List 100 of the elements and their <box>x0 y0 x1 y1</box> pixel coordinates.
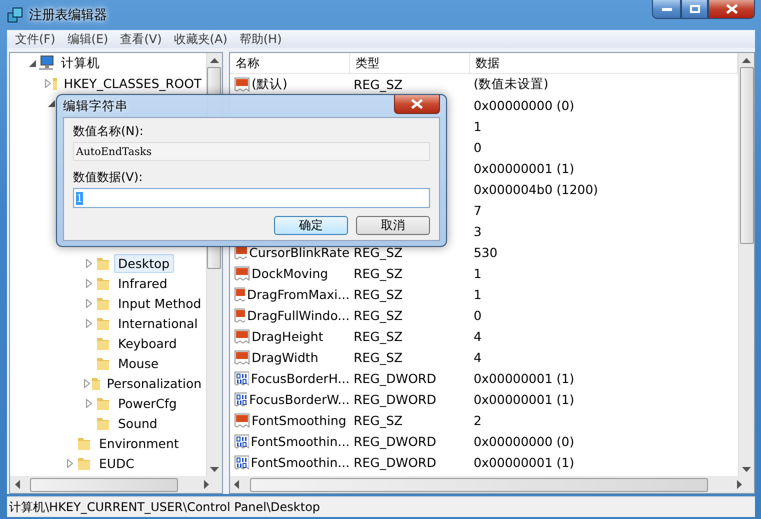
close-icon[interactable] <box>411 99 423 109</box>
value-type: REG_SZ <box>352 413 404 428</box>
collapsed-arrow-icon[interactable] <box>67 458 73 468</box>
folder-icon <box>95 415 111 431</box>
value-data: 0x00000001 (1) <box>472 455 576 470</box>
column-header[interactable]: 名称 <box>230 53 350 73</box>
binary-value-icon <box>234 392 248 408</box>
string-value-icon <box>234 412 250 428</box>
ok-button[interactable]: 确定 <box>274 216 348 235</box>
expanded-arrow-icon[interactable] <box>28 60 36 66</box>
value-type: REG_SZ <box>352 77 404 92</box>
value-name[interactable]: FocusBorderW... <box>249 392 350 407</box>
value-data: 530 <box>472 245 498 260</box>
value-data: 0 <box>472 140 483 155</box>
value-type: REG_DWORD <box>352 434 438 449</box>
maximize-icon[interactable] <box>690 5 700 13</box>
collapsed-arrow-icon[interactable] <box>84 378 90 388</box>
tree-item[interactable]: Environment <box>95 434 183 452</box>
folder-icon <box>95 395 111 411</box>
tree-item[interactable]: Infrared <box>114 274 172 292</box>
folder-icon <box>95 255 111 271</box>
tree-item[interactable]: PowerCfg <box>114 394 181 412</box>
tree-item[interactable]: Mouse <box>114 354 163 372</box>
tree-item[interactable]: 计算机 <box>57 53 104 74</box>
value-name-field[interactable]: AutoEndTasks <box>73 142 430 161</box>
string-value-icon <box>234 328 250 344</box>
left-arrow-icon[interactable] <box>14 480 20 489</box>
string-value-icon <box>234 350 250 366</box>
value-name[interactable]: DragHeight <box>252 329 324 344</box>
value-data: 1 <box>472 266 483 281</box>
menu-item[interactable]: 文件(F) <box>11 30 60 48</box>
close-button[interactable] <box>394 95 440 114</box>
collapsed-arrow-icon[interactable] <box>86 258 92 268</box>
binary-value-icon <box>234 434 249 450</box>
collapsed-arrow-icon[interactable] <box>86 318 92 328</box>
right-arrow-icon[interactable] <box>204 480 210 489</box>
down-arrow-icon[interactable] <box>210 466 219 472</box>
value-name[interactable]: FontSmoothin... <box>250 434 350 449</box>
collapsed-arrow-icon[interactable] <box>86 278 92 288</box>
value-name[interactable]: FontSmoothing <box>252 413 346 428</box>
value-name[interactable]: DragFullWindo... <box>247 308 350 323</box>
down-arrow-icon[interactable] <box>742 466 751 472</box>
tree-item[interactable]: International <box>114 314 202 332</box>
collapsed-arrow-icon[interactable] <box>86 298 92 308</box>
value-type: REG_SZ <box>352 245 404 260</box>
value-name[interactable]: FocusBorderH... <box>250 371 350 386</box>
folder-icon <box>76 435 92 451</box>
tree-item[interactable]: HKEY_CLASSES_ROOT <box>60 74 206 92</box>
menu-item[interactable]: 查看(V) <box>116 30 166 48</box>
value-type: REG_DWORD <box>352 392 438 407</box>
horizontal-scrollbar[interactable] <box>230 476 754 493</box>
maximize-button[interactable] <box>681 0 708 19</box>
menu-item[interactable]: 收藏夹(A) <box>170 30 232 48</box>
value-data: 0x00000000 (0) <box>472 98 576 113</box>
folder-icon <box>76 455 92 471</box>
binary-value-icon <box>234 370 249 386</box>
left-arrow-icon[interactable] <box>234 480 240 489</box>
string-value-icon <box>234 266 250 282</box>
field-label: 数值名称(N): <box>73 123 144 140</box>
menu-item[interactable]: 编辑(E) <box>63 30 112 48</box>
binary-value-icon <box>234 454 249 470</box>
value-data: 0x000004b0 (1200) <box>472 182 600 197</box>
value-data: 7 <box>472 203 483 218</box>
up-arrow-icon[interactable] <box>742 58 751 62</box>
value-data: 0x00000001 (1) <box>472 161 576 176</box>
tree-item[interactable]: Keyboard <box>114 334 181 352</box>
close-icon[interactable] <box>726 4 738 14</box>
value-name[interactable]: FontSmoothin... <box>250 455 350 470</box>
right-arrow-icon[interactable] <box>736 480 742 489</box>
up-arrow-icon[interactable] <box>210 58 219 62</box>
value-type: REG_SZ <box>352 308 404 323</box>
folder-icon <box>95 335 111 351</box>
tree-item[interactable]: EUDC <box>95 454 138 472</box>
close-button[interactable] <box>708 0 755 19</box>
tree-item[interactable]: Desktop <box>114 254 174 272</box>
minimize-button[interactable] <box>652 0 681 19</box>
menu-item[interactable]: 帮助(H) <box>235 30 286 48</box>
value-name[interactable]: DragWidth <box>252 350 318 365</box>
value-data: 1 <box>472 119 483 134</box>
registry-cubes-icon <box>7 7 23 23</box>
column-header[interactable]: 类型 <box>350 53 470 73</box>
value-name[interactable]: DockMoving <box>252 266 328 281</box>
value-name[interactable]: CursorBlinkRate <box>249 245 350 260</box>
tree-item[interactable]: Personalization <box>102 374 206 392</box>
value-type: REG_DWORD <box>352 455 438 470</box>
collapsed-arrow-icon[interactable] <box>45 78 51 88</box>
dialog-title: 编辑字符串 <box>63 98 128 114</box>
vertical-scrollbar[interactable] <box>738 53 754 476</box>
value-type: REG_SZ <box>352 287 404 302</box>
field-label: 数值数据(V): <box>73 169 144 186</box>
folder-icon <box>95 315 111 331</box>
tree-item[interactable]: Sound <box>114 414 162 432</box>
horizontal-scrollbar[interactable] <box>10 476 222 493</box>
tree-item[interactable]: Input Method <box>114 294 206 312</box>
folder-icon <box>90 375 100 391</box>
expanded-arrow-icon[interactable] <box>48 100 54 106</box>
value-name[interactable]: DragFromMaxi... <box>246 287 350 302</box>
collapsed-arrow-icon[interactable] <box>86 398 92 408</box>
cancel-button[interactable]: 取消 <box>356 216 430 235</box>
value-name[interactable]: (默认) <box>252 76 288 93</box>
